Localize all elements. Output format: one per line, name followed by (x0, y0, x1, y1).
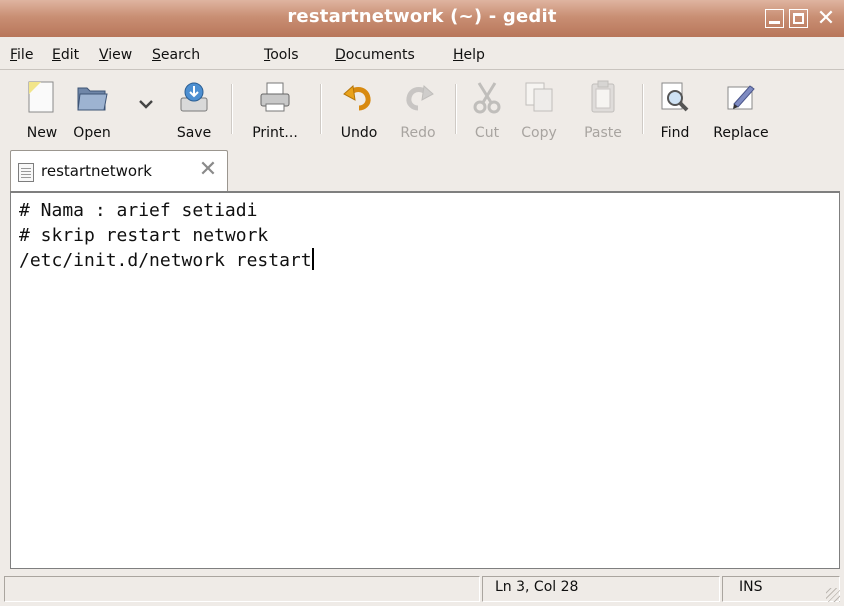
find-label: Find (660, 125, 690, 141)
replace-label: Replace (713, 125, 769, 141)
menu-file[interactable]: File (10, 47, 33, 63)
redo-label: Redo (400, 125, 436, 141)
menu-file-label: ile (17, 47, 34, 63)
copy-label: Copy (521, 125, 557, 141)
toolbar: New Open Save Print... Undo Redo Cut Cop… (0, 70, 844, 148)
menu-help[interactable]: Help (453, 47, 485, 63)
redo-icon (406, 85, 434, 111)
menu-help-label: elp (463, 47, 485, 63)
paste-icon (591, 80, 615, 113)
replace-icon (727, 85, 755, 110)
toolbar-separator (642, 84, 644, 134)
menu-tools[interactable]: Tools (264, 47, 299, 63)
open-label: Open (73, 125, 111, 141)
undo-icon (343, 85, 371, 111)
toolbar-separator (231, 84, 233, 134)
editor-line: # Nama : arief setiadi (19, 200, 258, 221)
save-button[interactable]: Save (168, 78, 220, 142)
copy-icon (525, 82, 553, 112)
new-label: New (26, 125, 58, 141)
maximize-button[interactable] (789, 9, 808, 28)
cut-button[interactable]: Cut (466, 78, 508, 142)
editor-line: /etc/init.d/network restart (19, 250, 312, 271)
folder-open-icon (77, 87, 108, 111)
toolbar-separator (320, 84, 322, 134)
menu-edit-mnemonic: E (52, 47, 61, 63)
copy-button[interactable]: Copy (514, 78, 564, 142)
document-icon (18, 163, 34, 182)
undo-label: Undo (340, 125, 378, 141)
paste-button[interactable]: Paste (576, 78, 630, 142)
tab-restartnetwork[interactable]: restartnetwork ✕ (10, 150, 228, 192)
text-editor[interactable]: # Nama : arief setiadi # skrip restart n… (10, 191, 840, 569)
editor-line: # skrip restart network (19, 225, 269, 246)
resize-grip[interactable] (826, 588, 840, 602)
print-icon (260, 82, 290, 112)
gedit-window: restartnetwork (~) - gedit ✕ File Edit V… (0, 0, 844, 606)
status-bar: Ln 3, Col 28 INS (0, 572, 844, 606)
redo-button[interactable]: Redo (394, 78, 442, 142)
menu-documents-label: ocuments (345, 47, 415, 63)
minimize-button[interactable] (765, 9, 784, 28)
chevron-down-icon (139, 100, 153, 109)
cursor-position: Ln 3, Col 28 (482, 576, 720, 602)
menu-edit-label: dit (60, 47, 80, 63)
find-icon (661, 82, 689, 112)
menu-edit[interactable]: Edit (52, 47, 79, 63)
tab-label: restartnetwork (41, 162, 152, 180)
menu-tools-label: ools (270, 47, 299, 63)
print-button[interactable]: Print... (242, 78, 308, 142)
new-button[interactable]: New (18, 78, 66, 142)
tab-bar: restartnetwork ✕ (0, 148, 844, 192)
save-label: Save (176, 125, 212, 141)
menu-file-mnemonic: F (10, 47, 18, 63)
paste-label: Paste (584, 125, 622, 141)
menu-documents[interactable]: Documents (335, 47, 415, 63)
menu-documents-mnemonic: D (335, 47, 346, 63)
status-message (4, 576, 480, 602)
undo-button[interactable]: Undo (332, 78, 386, 142)
replace-button[interactable]: Replace (700, 78, 782, 142)
new-document-icon (28, 81, 54, 113)
text-cursor (311, 248, 314, 270)
window-title: restartnetwork (~) - gedit (287, 6, 557, 27)
scissors-icon (473, 82, 501, 114)
toolbar-separator (455, 84, 457, 134)
menu-view[interactable]: View (99, 47, 132, 63)
menu-search-mnemonic: S (152, 47, 161, 63)
open-recent-dropdown[interactable] (136, 78, 156, 142)
menu-view-label: iew (108, 47, 133, 63)
save-icon (180, 82, 208, 112)
open-button[interactable]: Open (62, 78, 122, 142)
menu-search[interactable]: Search (152, 47, 200, 63)
cut-label: Cut (474, 125, 500, 141)
close-tab-icon[interactable]: ✕ (197, 159, 219, 181)
menu-bar: File Edit View Search Tools Documents He… (0, 37, 844, 69)
insert-mode: INS (722, 576, 840, 602)
menu-search-label: earch (160, 47, 201, 63)
close-window-button[interactable]: ✕ (813, 8, 839, 30)
title-bar[interactable]: restartnetwork (~) - gedit ✕ (0, 0, 844, 37)
menu-help-mnemonic: H (453, 47, 464, 63)
menu-view-mnemonic: V (99, 47, 109, 63)
print-label: Print... (252, 125, 298, 141)
find-button[interactable]: Find (653, 78, 697, 142)
